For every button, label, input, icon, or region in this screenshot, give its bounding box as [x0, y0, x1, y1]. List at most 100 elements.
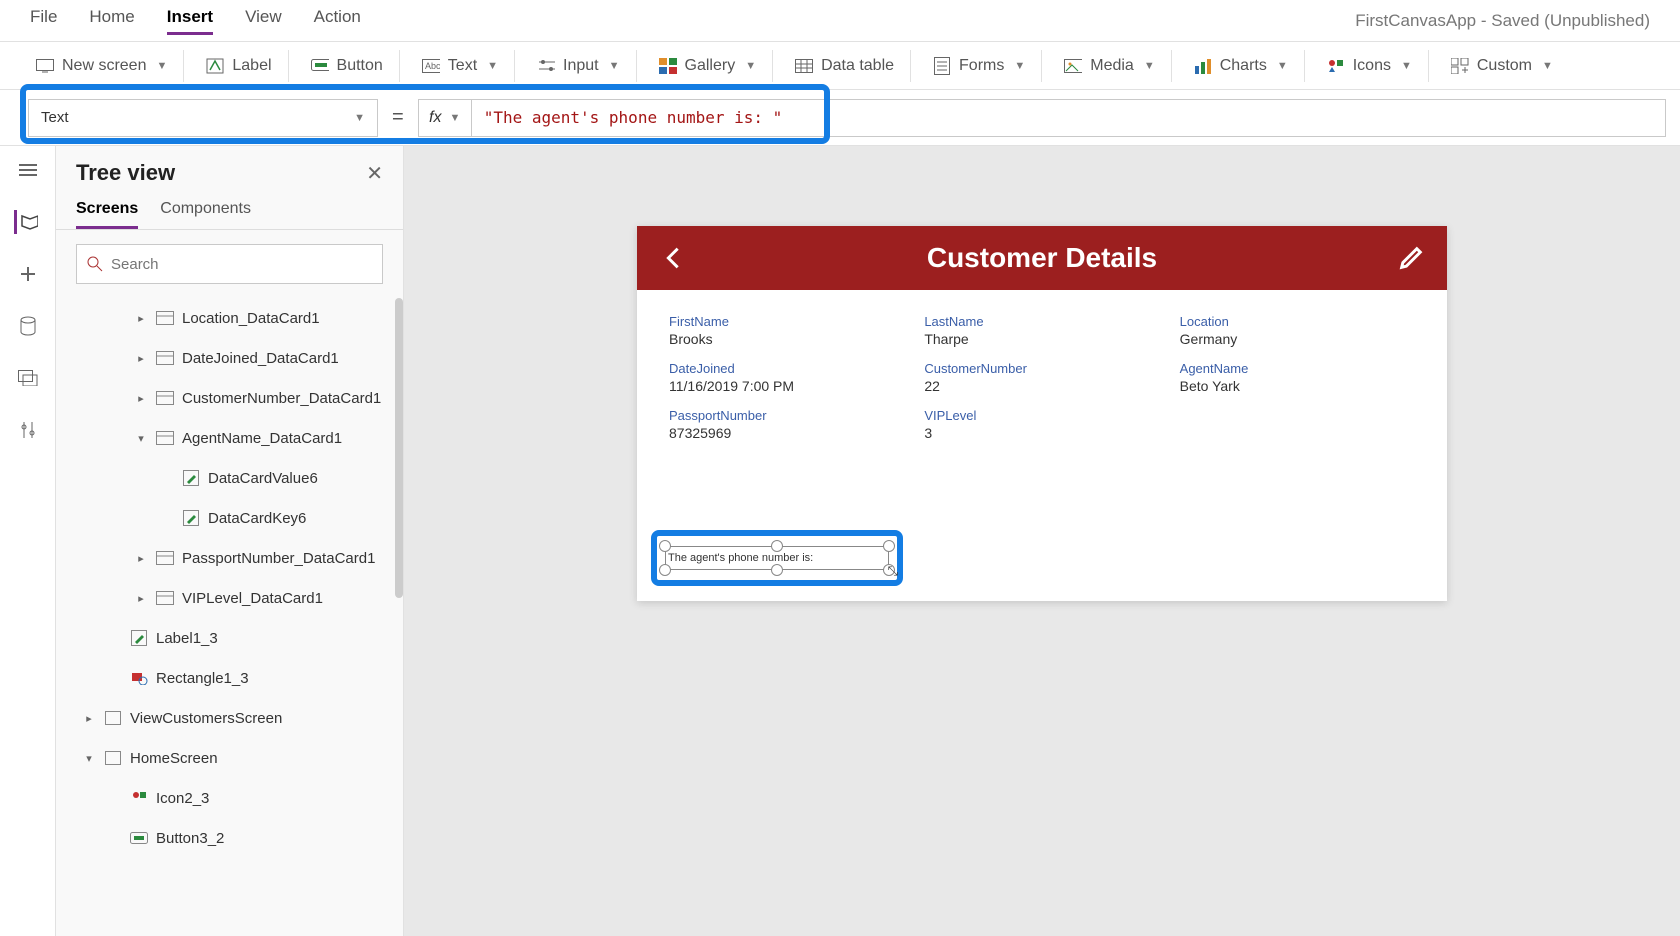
selected-label-text: The agent's phone number is: — [668, 552, 813, 564]
rail-tree-view[interactable] — [14, 210, 38, 234]
tree-node[interactable]: ▸VIPLevel_DataCard1 — [62, 578, 397, 618]
form-grid: FirstNameBrooksLastNameTharpeLocationGer… — [669, 314, 1415, 441]
selected-control-highlight: The agent's phone number is: ⤡ — [651, 530, 903, 586]
form-field: CustomerNumber 22 — [924, 361, 1159, 394]
chevron-down-icon: ▼ — [609, 60, 620, 72]
chevron-down-icon: ▼ — [156, 60, 167, 72]
edit-icon — [130, 629, 148, 647]
tree-node-label: CustomerNumber_DataCard1 — [182, 390, 381, 407]
field-label: LastName — [924, 314, 1159, 329]
tree-node[interactable]: ▾AgentName_DataCard1 — [62, 418, 397, 458]
selected-label-control[interactable]: The agent's phone number is: ⤡ — [665, 546, 889, 570]
search-box[interactable] — [76, 244, 383, 284]
card-icon — [156, 389, 174, 407]
ribbon-gallery[interactable]: Gallery ▼ — [643, 50, 774, 82]
tree-node[interactable]: Rectangle1_3 — [62, 658, 397, 698]
field-value: 11/16/2019 7:00 PM — [669, 378, 904, 394]
rail-data[interactable] — [16, 314, 40, 338]
formula-bar: Text ▼ = fx ▼ "The agent's phone number … — [0, 90, 1680, 146]
search-input[interactable] — [111, 256, 372, 273]
tree-node-label: VIPLevel_DataCard1 — [182, 590, 323, 607]
close-icon[interactable]: ✕ — [366, 161, 383, 186]
resize-handle[interactable] — [659, 540, 671, 552]
ribbon-icons[interactable]: Icons ▼ — [1311, 50, 1429, 82]
ribbon-label-text: Label — [232, 57, 271, 75]
tree-node[interactable]: ▸ PassportNumber_DataCard1 — [62, 538, 397, 578]
resize-handle[interactable] — [883, 540, 895, 552]
label-icon — [206, 57, 224, 75]
caret-icon: ▸ — [134, 552, 148, 565]
ribbon-new-screen-label: New screen — [62, 57, 146, 75]
tree-node[interactable]: ▸Location_DataCard1 — [62, 298, 397, 338]
resize-handle[interactable] — [659, 564, 671, 576]
ribbon-forms-label: Forms — [959, 57, 1004, 75]
field-label: FirstName — [669, 314, 904, 329]
tree-node-label: ViewCustomersScreen — [130, 710, 282, 727]
tree-node-label: PassportNumber_DataCard1 — [182, 550, 375, 567]
fx-button[interactable]: fx ▼ — [418, 99, 472, 137]
chevron-down-icon: ▼ — [1014, 60, 1025, 72]
ribbon-input-label: Input — [563, 57, 599, 75]
field-value: Beto Yark — [1180, 378, 1415, 394]
tree-node-label: DataCardKey6 — [208, 510, 306, 527]
rail-hamburger[interactable] — [16, 158, 40, 182]
back-icon[interactable] — [659, 244, 687, 272]
ribbon-text[interactable]: Abc Text ▼ — [406, 50, 515, 82]
screen-icon — [104, 709, 122, 727]
ribbon-media-label: Media — [1090, 57, 1134, 75]
tab-components[interactable]: Components — [160, 200, 251, 229]
tree-node[interactable]: DataCardValue6 — [62, 458, 397, 498]
screen-icon — [104, 749, 122, 767]
form-field: LocationGermany — [1180, 314, 1415, 347]
scrollbar[interactable] — [395, 298, 403, 598]
field-label: CustomerNumber — [924, 361, 1159, 376]
screen-icon — [36, 57, 54, 75]
field-label: DateJoined — [669, 361, 904, 376]
tree-list[interactable]: ▸Location_DataCard1▸DateJoined_DataCard1… — [56, 298, 403, 936]
edit-icon — [182, 509, 200, 527]
rail-media[interactable] — [16, 366, 40, 390]
tree-node-label: Icon2_3 — [156, 790, 209, 807]
tree-node[interactable]: DataCardKey6 — [62, 498, 397, 538]
resize-handle[interactable] — [771, 564, 783, 576]
rail-insert[interactable] — [16, 262, 40, 286]
tab-screens[interactable]: Screens — [76, 200, 138, 229]
btn-icon — [130, 829, 148, 847]
field-label: VIPLevel — [924, 408, 1159, 423]
menu-file[interactable]: File — [30, 7, 57, 35]
menu-action[interactable]: Action — [314, 7, 361, 35]
edit-icon — [182, 469, 200, 487]
chevron-down-icon: ▼ — [1542, 60, 1553, 72]
tree-node[interactable]: Button3_2 — [62, 818, 397, 858]
property-selector[interactable]: Text ▼ — [28, 99, 378, 137]
ribbon-forms[interactable]: Forms ▼ — [917, 50, 1042, 82]
tree-node[interactable]: Label1_3 — [62, 618, 397, 658]
menu-view[interactable]: View — [245, 7, 282, 35]
text-icon: Abc — [422, 57, 440, 75]
tree-node-label: AgentName_DataCard1 — [182, 430, 342, 447]
tree-node[interactable]: Icon2_3 — [62, 778, 397, 818]
formula-input[interactable]: "The agent's phone number is: " — [472, 99, 1666, 137]
ribbon-charts[interactable]: Charts ▼ — [1178, 50, 1305, 82]
ribbon-data-table[interactable]: Data table — [779, 50, 911, 82]
menu-home[interactable]: Home — [89, 7, 134, 35]
ribbon-media[interactable]: Media ▼ — [1048, 50, 1171, 82]
form-field: LastNameTharpe — [924, 314, 1159, 347]
caret-icon: ▸ — [82, 712, 96, 725]
canvas-area[interactable]: Customer Details FirstNameBrooksLastName… — [404, 146, 1680, 936]
tree-node[interactable]: ▸ ViewCustomersScreen — [62, 698, 397, 738]
ribbon-label[interactable]: Label — [190, 50, 288, 82]
rail-advanced[interactable] — [16, 418, 40, 442]
tree-node[interactable]: ▾HomeScreen — [62, 738, 397, 778]
ribbon-custom[interactable]: Custom ▼ — [1435, 50, 1569, 82]
edit-icon[interactable] — [1397, 244, 1425, 272]
ribbon-new-screen[interactable]: New screen ▼ — [20, 50, 184, 82]
menu-insert[interactable]: Insert — [167, 7, 213, 35]
ribbon-input[interactable]: Input ▼ — [521, 50, 636, 82]
resize-handle[interactable] — [771, 540, 783, 552]
field-value: 22 — [924, 378, 1159, 394]
resize-cursor-icon: ⤡ — [888, 563, 898, 579]
tree-node[interactable]: ▸DateJoined_DataCard1 — [62, 338, 397, 378]
tree-node[interactable]: ▸CustomerNumber_DataCard1 — [62, 378, 397, 418]
ribbon-button[interactable]: Button — [295, 50, 400, 82]
